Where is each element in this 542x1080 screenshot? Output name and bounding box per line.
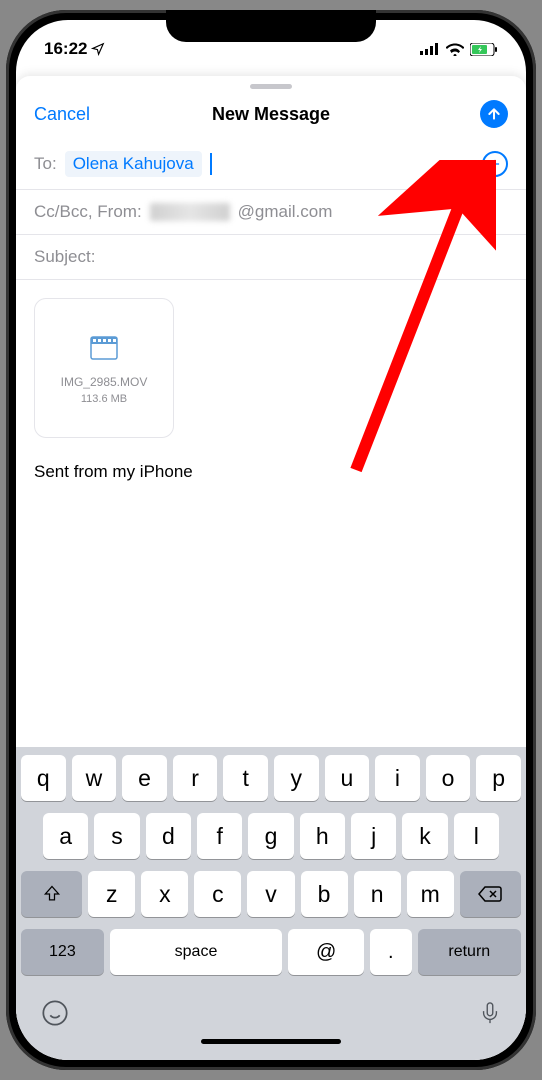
key-h[interactable]: h [300,813,345,859]
redacted-email-user [150,203,230,221]
key-m[interactable]: m [407,871,454,917]
attachment-name: IMG_2985.MOV [61,375,148,389]
key-s[interactable]: s [94,813,139,859]
mic-icon[interactable] [479,999,501,1027]
dot-key[interactable]: . [370,929,411,975]
arrow-up-icon [486,106,502,122]
key-w[interactable]: w [72,755,117,801]
numeric-key[interactable]: 123 [21,929,104,975]
key-f[interactable]: f [197,813,242,859]
from-domain: @gmail.com [238,202,333,222]
key-c[interactable]: c [194,871,241,917]
compose-sheet: Cancel New Message To: Olena Kahujova Cc… [16,76,526,1060]
backspace-icon [478,885,502,903]
nav-bar: Cancel New Message [16,89,526,139]
key-i[interactable]: i [375,755,420,801]
keyboard-bottom-row [21,987,521,1031]
attachment-card[interactable]: IMG_2985.MOV 113.6 MB [34,298,174,438]
key-l[interactable]: l [454,813,499,859]
key-r[interactable]: r [173,755,218,801]
subject-label: Subject: [34,247,95,267]
attachment-size: 113.6 MB [81,393,127,405]
space-key[interactable]: space [110,929,282,975]
nav-title: New Message [212,104,330,125]
at-key[interactable]: @ [288,929,364,975]
key-b[interactable]: b [301,871,348,917]
key-y[interactable]: y [274,755,319,801]
keyboard-row-4: 123 space @ . return [21,929,521,975]
key-d[interactable]: d [146,813,191,859]
from-label: Cc/Bcc, From: [34,202,142,222]
notch [166,10,376,42]
key-x[interactable]: x [141,871,188,917]
cancel-button[interactable]: Cancel [34,104,90,125]
to-label: To: [34,154,57,174]
from-field[interactable]: Cc/Bcc, From: @gmail.com [16,190,526,235]
status-time: 16:22 [44,39,87,59]
video-file-icon [88,331,120,363]
plus-icon [488,157,502,171]
keyboard-row-3: z x c v b n m [21,871,521,917]
keyboard-row-2: a s d f g h j k l [21,813,521,859]
key-z[interactable]: z [88,871,135,917]
keyboard-row-1: q w e r t y u i o p [21,755,521,801]
email-signature[interactable]: Sent from my iPhone [34,462,508,482]
add-contact-button[interactable] [482,151,508,177]
location-icon [91,42,105,56]
compose-area: To: Olena Kahujova Cc/Bcc, From: @gmail.… [16,139,526,747]
to-field[interactable]: To: Olena Kahujova [16,139,526,190]
keyboard: q w e r t y u i o p a s d f g h [16,747,526,1060]
subject-field[interactable]: Subject: [16,235,526,280]
key-p[interactable]: p [476,755,521,801]
send-button[interactable] [480,100,508,128]
signal-icon [420,43,440,55]
wifi-icon [446,43,464,56]
key-v[interactable]: v [247,871,294,917]
delete-key[interactable] [460,871,521,917]
key-u[interactable]: u [325,755,370,801]
battery-icon [470,43,498,56]
emoji-icon[interactable] [41,999,69,1027]
key-q[interactable]: q [21,755,66,801]
phone-frame: 16:22 Cancel New Message To: [6,10,536,1070]
recipient-chip[interactable]: Olena Kahujova [65,151,202,177]
key-t[interactable]: t [223,755,268,801]
key-k[interactable]: k [402,813,447,859]
key-n[interactable]: n [354,871,401,917]
key-j[interactable]: j [351,813,396,859]
email-body[interactable]: IMG_2985.MOV 113.6 MB Sent from my iPhon… [16,280,526,747]
home-indicator[interactable] [201,1039,341,1044]
key-e[interactable]: e [122,755,167,801]
shift-key[interactable] [21,871,82,917]
key-g[interactable]: g [248,813,293,859]
shift-icon [42,884,62,904]
text-cursor [210,153,212,175]
return-key[interactable]: return [418,929,521,975]
key-a[interactable]: a [43,813,88,859]
phone-screen: 16:22 Cancel New Message To: [16,20,526,1060]
key-o[interactable]: o [426,755,471,801]
